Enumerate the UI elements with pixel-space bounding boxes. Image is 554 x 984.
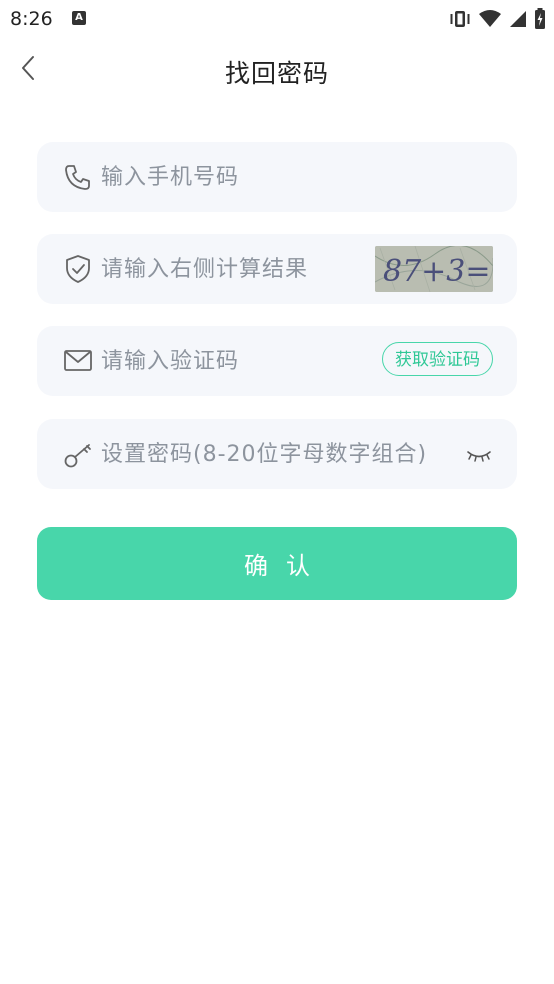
phone-input[interactable] (101, 142, 481, 212)
confirm-button[interactable]: 确认 (37, 527, 517, 600)
password-input[interactable] (101, 419, 471, 489)
captcha-text: 87+3=? (383, 254, 493, 289)
app-notification-icon: A (72, 11, 86, 25)
phone-field (37, 142, 517, 212)
captcha-noise: 87+3=? (375, 246, 493, 292)
status-icons (448, 8, 546, 30)
password-visibility-toggle[interactable] (465, 443, 493, 467)
captcha-field: 87+3=? (37, 234, 517, 304)
shield-icon (66, 255, 90, 283)
vibrate-icon (450, 11, 470, 27)
page-title: 找回密码 (224, 59, 329, 88)
captcha-image[interactable]: 87+3=? (375, 246, 493, 292)
signal-icon (510, 11, 526, 27)
wifi-icon (479, 10, 501, 27)
password-field (37, 419, 517, 489)
status-time: 8:26 (10, 8, 53, 30)
mail-icon (64, 350, 92, 371)
key-icon (64, 444, 91, 468)
get-sms-code-button[interactable]: 获取验证码 (382, 342, 493, 376)
header-bar: 找回密码 (0, 44, 554, 100)
eye-closed-icon (467, 451, 491, 462)
status-bar: 8:26 A (0, 0, 554, 36)
captcha-input[interactable] (101, 234, 361, 304)
sms-code-input[interactable] (101, 326, 361, 396)
sms-code-field: 获取验证码 (37, 326, 517, 396)
phone-icon (65, 165, 90, 190)
battery-icon (535, 8, 545, 29)
